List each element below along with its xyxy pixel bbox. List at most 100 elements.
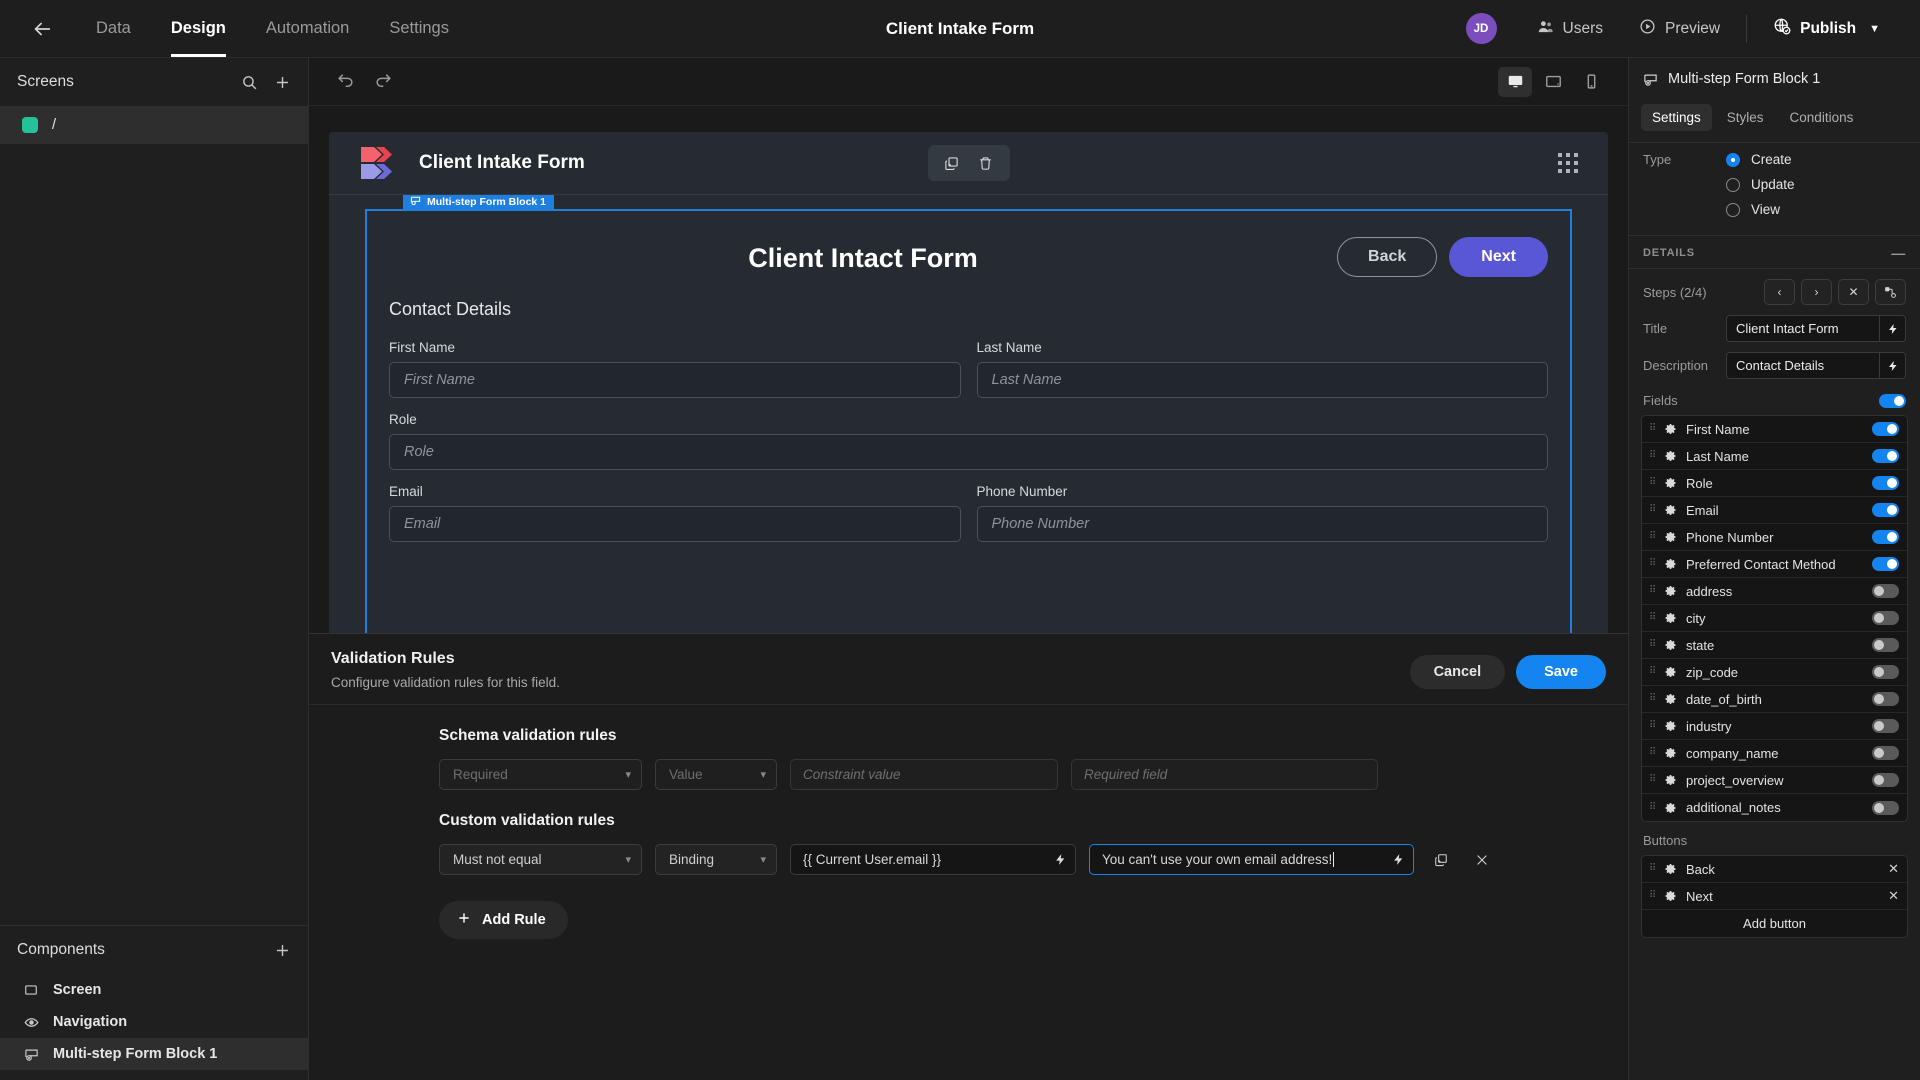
field-row-address[interactable]: ⠿ address	[1642, 578, 1907, 605]
nav-tab-automation[interactable]: Automation	[246, 0, 369, 57]
field-toggle[interactable]	[1872, 800, 1899, 815]
drag-handle-icon[interactable]: ⠿	[1649, 586, 1656, 596]
undo-icon[interactable]	[329, 66, 361, 98]
gear-icon[interactable]	[1665, 863, 1677, 875]
add-rule-button[interactable]: Add Rule	[439, 901, 568, 939]
field-toggle[interactable]	[1872, 692, 1899, 706]
binding-lightning-icon[interactable]	[1045, 844, 1076, 875]
component-item-screen[interactable]: Screen	[0, 974, 308, 1006]
custom-constraint-select[interactable]: Must not equal ▾	[439, 844, 642, 875]
mobile-icon[interactable]	[1574, 67, 1608, 97]
gear-icon[interactable]	[1665, 747, 1677, 759]
drag-handle-icon[interactable]: ⠿	[1649, 802, 1656, 812]
nav-tab-settings[interactable]: Settings	[369, 0, 469, 57]
tab-settings[interactable]: Settings	[1641, 103, 1712, 131]
email-input[interactable]: Email	[389, 506, 961, 542]
collapse-icon[interactable]: —	[1891, 246, 1906, 260]
field-toggle[interactable]	[1872, 746, 1899, 760]
drag-handle-icon[interactable]: ⠿	[1649, 721, 1656, 731]
nav-tab-design[interactable]: Design	[151, 0, 246, 57]
gear-icon[interactable]	[1665, 890, 1677, 902]
gear-icon[interactable]	[1665, 504, 1677, 516]
gear-icon[interactable]	[1665, 802, 1677, 814]
title-input[interactable]: Client Intact Form	[1726, 315, 1879, 342]
field-row-additional-notes[interactable]: ⠿ additional_notes	[1642, 794, 1907, 821]
field-row-industry[interactable]: ⠿ industry	[1642, 713, 1907, 740]
schema-type-select[interactable]: Value ▾	[655, 759, 777, 790]
field-row-last-name[interactable]: ⠿ Last Name	[1642, 443, 1907, 470]
component-item-multistep-form-block-1[interactable]: Multi-step Form Block 1	[0, 1038, 308, 1070]
preview-button[interactable]: Preview	[1621, 18, 1738, 40]
gear-icon[interactable]	[1665, 450, 1677, 462]
field-toggle[interactable]	[1872, 422, 1899, 436]
field-toggle[interactable]	[1872, 530, 1899, 544]
duplicate-icon[interactable]	[938, 149, 966, 177]
drag-handle-icon[interactable]: ⠿	[1649, 748, 1656, 758]
field-row-company-name[interactable]: ⠿ company_name	[1642, 740, 1907, 767]
custom-type-select[interactable]: Binding ▾	[655, 844, 777, 875]
search-icon[interactable]	[241, 74, 258, 91]
gear-icon[interactable]	[1665, 585, 1677, 597]
delete-step-icon[interactable]: ✕	[1838, 279, 1869, 305]
drag-handle-icon[interactable]: ⠿	[1649, 559, 1656, 569]
nav-tab-data[interactable]: Data	[76, 0, 151, 57]
gear-icon[interactable]	[1665, 423, 1677, 435]
field-toggle[interactable]	[1872, 773, 1899, 787]
drag-handle-icon[interactable]: ⠿	[1649, 424, 1656, 434]
tablet-icon[interactable]	[1536, 67, 1570, 97]
field-toggle[interactable]	[1872, 719, 1899, 733]
add-component-icon[interactable]	[274, 942, 291, 959]
title-lightning-icon[interactable]	[1879, 315, 1906, 342]
next-step-icon[interactable]: ›	[1801, 279, 1832, 305]
trash-icon[interactable]	[972, 149, 1000, 177]
button-row-back[interactable]: ⠿ Back ✕	[1642, 856, 1907, 883]
component-item-navigation[interactable]: Navigation	[0, 1006, 308, 1038]
duplicate-rule-icon[interactable]	[1427, 846, 1455, 874]
description-input[interactable]: Contact Details	[1726, 352, 1879, 379]
radio-update[interactable]	[1726, 177, 1740, 192]
field-row-project-overview[interactable]: ⠿ project_overview	[1642, 767, 1907, 794]
radio-view[interactable]	[1726, 202, 1740, 217]
field-toggle[interactable]	[1872, 584, 1899, 598]
field-row-state[interactable]: ⠿ state	[1642, 632, 1907, 659]
back-arrow-icon[interactable]	[22, 9, 62, 49]
form-back-button[interactable]: Back	[1337, 237, 1438, 277]
save-button[interactable]: Save	[1516, 655, 1606, 689]
avatar[interactable]: JD	[1465, 13, 1497, 44]
role-input[interactable]: Role	[389, 434, 1548, 470]
drag-handle-icon[interactable]: ⠿	[1649, 640, 1656, 650]
drag-handle-icon[interactable]: ⠿	[1649, 451, 1656, 461]
cancel-button[interactable]: Cancel	[1409, 655, 1506, 689]
grid-icon[interactable]	[1558, 153, 1578, 173]
field-row-date-of-birth[interactable]: ⠿ date_of_birth	[1642, 686, 1907, 713]
gear-icon[interactable]	[1665, 639, 1677, 651]
drag-handle-icon[interactable]: ⠿	[1649, 864, 1656, 874]
last-name-input[interactable]: Last Name	[976, 362, 1548, 398]
gear-icon[interactable]	[1665, 693, 1677, 705]
field-row-zip-code[interactable]: ⠿ zip_code	[1642, 659, 1907, 686]
field-row-city[interactable]: ⠿ city	[1642, 605, 1907, 632]
field-row-role[interactable]: ⠿ Role	[1642, 470, 1907, 497]
description-lightning-icon[interactable]	[1879, 352, 1906, 379]
phone-number-input[interactable]: Phone Number	[976, 506, 1548, 542]
field-toggle[interactable]	[1872, 503, 1899, 517]
screen-item-root[interactable]: /	[0, 106, 308, 144]
gear-icon[interactable]	[1665, 666, 1677, 678]
field-row-phone-number[interactable]: ⠿ Phone Number	[1642, 524, 1907, 551]
field-toggle[interactable]	[1872, 638, 1899, 652]
radio-create[interactable]	[1726, 152, 1740, 167]
field-row-first-name[interactable]: ⠿ First Name	[1642, 416, 1907, 443]
schema-constraint-value-input[interactable]: Constraint value	[790, 759, 1058, 790]
message-lightning-icon[interactable]	[1383, 844, 1414, 875]
remove-button-icon[interactable]: ✕	[1888, 861, 1899, 877]
remove-button-icon[interactable]: ✕	[1888, 888, 1899, 904]
delete-rule-icon[interactable]	[1468, 846, 1496, 874]
field-toggle[interactable]	[1872, 611, 1899, 625]
drag-handle-icon[interactable]: ⠿	[1649, 775, 1656, 785]
prev-step-icon[interactable]: ‹	[1764, 279, 1795, 305]
drag-handle-icon[interactable]: ⠿	[1649, 505, 1656, 515]
tab-conditions[interactable]: Conditions	[1779, 104, 1865, 131]
drag-handle-icon[interactable]: ⠿	[1649, 532, 1656, 542]
drag-handle-icon[interactable]: ⠿	[1649, 891, 1656, 901]
field-toggle[interactable]	[1872, 665, 1899, 679]
